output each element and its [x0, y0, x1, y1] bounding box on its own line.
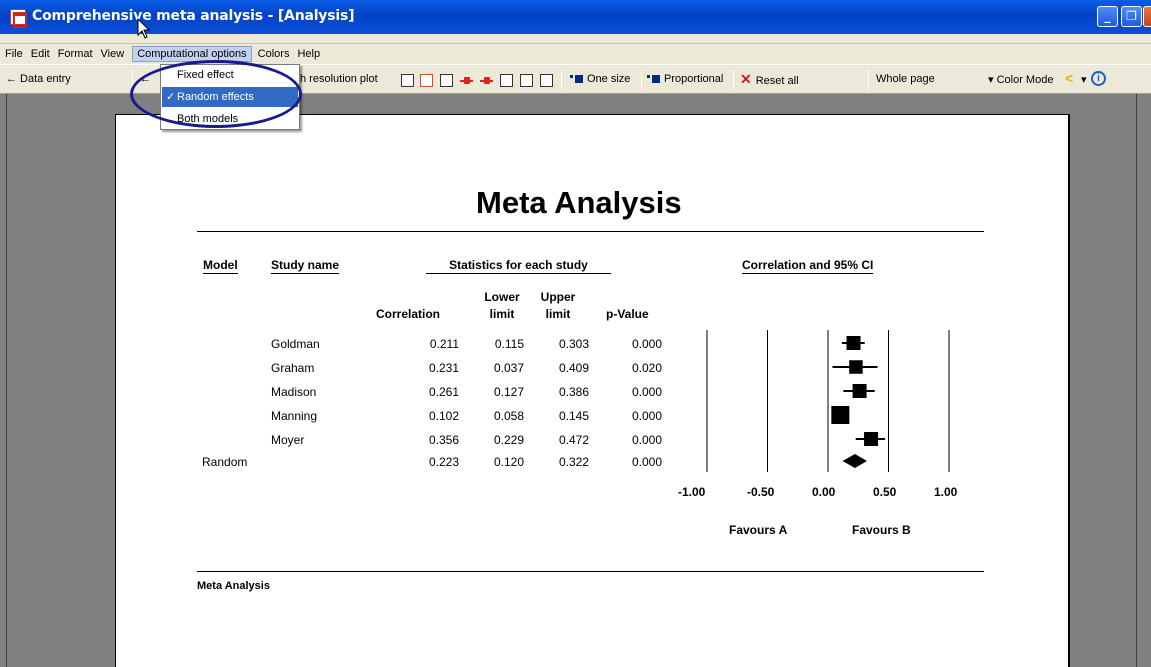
footer-title: Meta Analysis	[197, 580, 270, 592]
spacing-icon[interactable]	[520, 74, 533, 87]
subheader-upper: Upper	[540, 290, 576, 304]
reset-all-label: Reset all	[755, 75, 799, 87]
study-upper: 0.145	[558, 409, 589, 423]
study-upper: 0.472	[558, 433, 589, 447]
footer-rule	[197, 571, 984, 572]
small-square-icon	[647, 75, 650, 78]
one-size-label: One size	[587, 73, 631, 85]
summary-pvalue: 0.000	[631, 455, 662, 469]
chevron-left-icon[interactable]: <	[1065, 70, 1073, 86]
study-pvalue: 0.000	[631, 337, 662, 351]
menu-view[interactable]: View	[101, 48, 125, 60]
border-icon[interactable]	[540, 74, 553, 87]
high-resolution-plot-button[interactable]: h resolution plot	[300, 73, 378, 85]
reset-all-button[interactable]: ✕ Reset all	[740, 71, 799, 88]
summary-lower: 0.120	[493, 455, 524, 469]
column-header-model: Model	[203, 258, 238, 274]
summary-model: Random	[202, 455, 248, 469]
favours-b-label: Favours B	[852, 523, 911, 537]
info-icon[interactable]: i	[1091, 71, 1106, 86]
ci-line-icon[interactable]	[480, 74, 493, 87]
subheader-lower-limit: limit	[489, 307, 515, 321]
subheader-upper-limit: limit	[545, 307, 571, 321]
menu-strip	[0, 34, 1151, 44]
study-upper: 0.303	[558, 337, 589, 351]
more-dropdown-button[interactable]: ▾	[1081, 73, 1087, 86]
minimize-button[interactable]: _	[1097, 6, 1118, 27]
study-lower: 0.037	[493, 361, 524, 375]
window-title: Comprehensive meta analysis - [Analysis]	[32, 8, 355, 24]
whole-page-button[interactable]: Whole page	[876, 73, 935, 85]
proportional-button[interactable]: Proportional	[647, 73, 723, 85]
restore-button[interactable]: ❐	[1121, 6, 1142, 27]
menu-bar: File Edit Format View Computational opti…	[0, 44, 1151, 64]
study-correlation: 0.356	[428, 433, 459, 447]
column-header-statistics: Statistics for each study	[426, 258, 611, 274]
one-size-button[interactable]: One size	[570, 73, 630, 85]
axis-tick-label: 0.00	[812, 485, 836, 499]
app-icon	[10, 9, 27, 28]
study-lower: 0.115	[494, 337, 524, 351]
column-header-study: Study name	[271, 258, 340, 274]
page-title: Meta Analysis	[476, 185, 682, 220]
subheader-lower: Lower	[484, 290, 520, 304]
menu-colors[interactable]: Colors	[258, 48, 290, 60]
subheader-pvalue: p-Value	[606, 307, 649, 321]
summary-upper: 0.322	[558, 455, 589, 469]
study-correlation: 0.231	[428, 361, 459, 375]
highlight-ellipse	[130, 60, 302, 128]
study-name: Goldman	[271, 337, 320, 351]
small-square-icon	[570, 75, 573, 78]
menu-edit[interactable]: Edit	[31, 48, 50, 60]
study-name: Graham	[271, 361, 315, 375]
toolbar-separator	[641, 70, 642, 90]
layout-icon[interactable]	[401, 74, 414, 87]
study-pvalue: 0.000	[631, 433, 662, 447]
axis-tick-label: -0.50	[747, 485, 775, 499]
close-x-icon: ✕	[740, 71, 752, 87]
mouse-cursor-icon	[137, 18, 151, 39]
study-name: Madison	[271, 385, 317, 399]
study-lower: 0.058	[493, 409, 524, 423]
menu-file[interactable]: File	[5, 48, 23, 60]
study-name: Moyer	[271, 433, 305, 447]
study-pvalue: 0.020	[631, 361, 662, 375]
menu-format[interactable]: Format	[58, 48, 93, 60]
axis-tick-label: 1.00	[934, 485, 958, 499]
study-pvalue: 0.000	[631, 385, 662, 399]
menu-computational-options[interactable]: Computational options	[132, 46, 252, 62]
menu-help[interactable]: Help	[297, 48, 320, 60]
column-header-ci: Correlation and 95% CI	[742, 258, 874, 274]
study-correlation: 0.211	[429, 337, 459, 351]
study-upper: 0.386	[558, 385, 589, 399]
study-pvalue: 0.000	[631, 409, 662, 423]
color-mode-button[interactable]: ▾ Color Mode	[988, 73, 1053, 86]
study-upper: 0.409	[558, 361, 589, 375]
axis-tick-label: 0.50	[873, 485, 897, 499]
summary-correlation: 0.223	[428, 455, 459, 469]
workspace-border	[1136, 94, 1137, 667]
toolbar-separator	[868, 70, 869, 90]
study-lower: 0.127	[493, 385, 524, 399]
data-entry-button[interactable]: ← Data entry	[6, 73, 71, 85]
toolbar-separator	[733, 70, 734, 90]
study-lower: 0.229	[493, 433, 524, 447]
columns-icon[interactable]	[440, 74, 453, 87]
proportional-label: Proportional	[664, 73, 724, 85]
axis-tick-label: -1.00	[678, 485, 706, 499]
study-correlation: 0.102	[428, 409, 459, 423]
study-name: Manning	[271, 409, 318, 423]
close-button[interactable]	[1143, 6, 1151, 27]
point-estimate-icon[interactable]	[460, 74, 473, 87]
toolbar-separator	[561, 70, 562, 90]
footer-icon[interactable]	[500, 74, 513, 87]
header-icon[interactable]	[420, 74, 433, 87]
square-icon	[652, 75, 660, 83]
study-correlation: 0.261	[428, 385, 459, 399]
favours-a-label: Favours A	[729, 523, 788, 537]
title-rule	[197, 231, 984, 232]
subheader-correlation: Correlation	[376, 307, 441, 321]
square-icon	[575, 75, 583, 83]
title-bar: Comprehensive meta analysis - [Analysis]…	[0, 0, 1151, 34]
